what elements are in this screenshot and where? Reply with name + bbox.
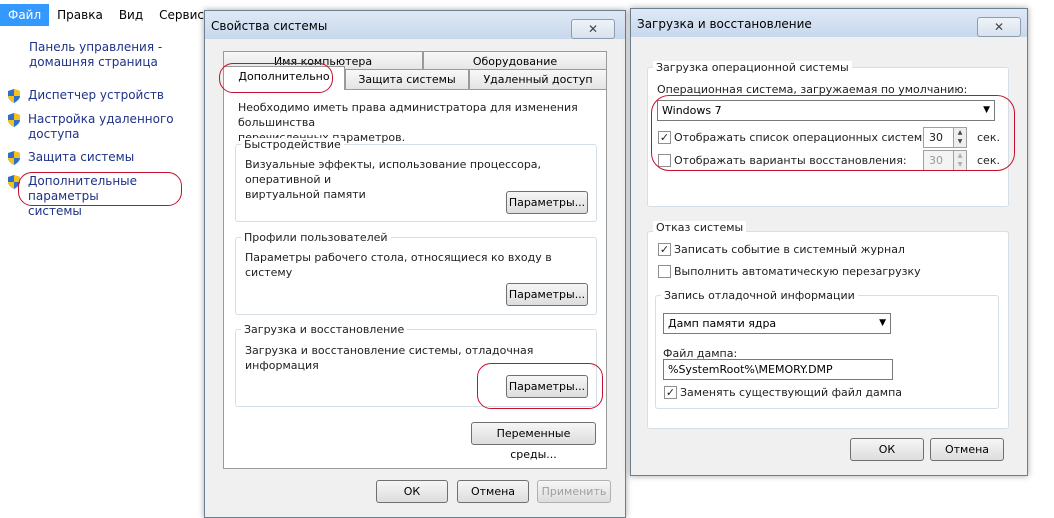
- highlight-ring: [219, 63, 333, 93]
- menu-bar: Файл Правка Вид Сервис: [0, 4, 205, 26]
- menu-tools[interactable]: Сервис: [151, 4, 212, 26]
- environment-variables-button[interactable]: Переменные среды...: [471, 422, 596, 461]
- dump-file-input[interactable]: %SystemRoot%\MEMORY.DMP: [663, 359, 893, 380]
- close-icon: ✕: [993, 20, 1005, 34]
- write-event-checkbox[interactable]: ✓: [658, 243, 671, 256]
- menu-view[interactable]: Вид: [111, 4, 151, 26]
- close-button[interactable]: ✕: [977, 17, 1021, 37]
- highlight-ring: [477, 363, 603, 409]
- cancel-button[interactable]: Отмена: [930, 438, 1004, 461]
- chevron-down-icon: ▼: [879, 318, 886, 328]
- overwrite-dump-label: Заменять существующий файл дампа: [680, 386, 903, 399]
- highlight-ring: [18, 172, 182, 206]
- user-profiles-label: Профили пользователей: [241, 231, 391, 244]
- system-failure-label: Отказ системы: [653, 221, 747, 234]
- performance-settings-button[interactable]: Параметры...: [506, 191, 588, 214]
- control-panel-home-line2: домашняя страница: [29, 55, 158, 69]
- user-profiles-settings-button[interactable]: Параметры...: [506, 283, 588, 306]
- cancel-button[interactable]: Отмена: [457, 480, 529, 503]
- admin-note-line1: Необходимо иметь права администратора дл…: [238, 101, 578, 129]
- debug-info-label: Запись отладочной информации: [661, 289, 858, 302]
- auto-restart-label: Выполнить автоматическую перезагрузку: [674, 265, 921, 278]
- menu-file[interactable]: Файл: [0, 4, 50, 26]
- system-properties-dialog: Свойства системы ✕ Имя компьютера Оборуд…: [204, 10, 626, 518]
- dialog-title: Загрузка и восстановление: [637, 17, 812, 31]
- control-panel-home-link[interactable]: Панель управления - домашняя страница: [29, 40, 162, 70]
- ok-button[interactable]: ОК: [376, 480, 448, 503]
- ok-button[interactable]: ОК: [850, 438, 924, 461]
- user-profiles-desc: Параметры рабочего стола, относящиеся ко…: [245, 251, 552, 279]
- close-icon: ✕: [587, 22, 599, 36]
- performance-label: Быстродействие: [241, 138, 344, 151]
- startup-recovery-dialog: Загрузка и восстановление ✕ Загрузка опе…: [630, 8, 1028, 476]
- shield-icon: [8, 89, 20, 103]
- tab-hardware[interactable]: Оборудование: [423, 51, 607, 71]
- boot-os-label: Загрузка операционной системы: [653, 61, 852, 74]
- auto-restart-checkbox[interactable]: [658, 265, 671, 278]
- apply-button[interactable]: Применить: [537, 480, 611, 503]
- tab-system-protection[interactable]: Защита системы: [345, 69, 469, 89]
- dump-type-value: Дамп памяти ядра: [668, 317, 777, 330]
- performance-desc-line1: Визуальные эффекты, использование процес…: [245, 158, 542, 186]
- highlight-ring: [651, 95, 1015, 171]
- shield-icon: [8, 151, 20, 165]
- system-protection-link[interactable]: Защита системы: [28, 150, 134, 165]
- tab-remote[interactable]: Удаленный доступ: [469, 69, 607, 89]
- shield-icon: [8, 113, 20, 127]
- remote-settings-link[interactable]: Настройка удаленного доступа: [28, 112, 174, 142]
- control-panel-home-line1: Панель управления -: [29, 40, 163, 54]
- dialog-title: Свойства системы: [211, 19, 328, 33]
- startup-recovery-label: Загрузка и восстановление: [241, 323, 408, 336]
- device-manager-link[interactable]: Диспетчер устройств: [28, 88, 164, 103]
- close-button[interactable]: ✕: [571, 19, 615, 39]
- remote-settings-line1: Настройка удаленного: [28, 112, 174, 126]
- checkbox-checked-icon: ✓: [659, 243, 670, 256]
- dialog-titlebar: Загрузка и восстановление: [631, 9, 1027, 37]
- write-event-label: Записать событие в системный журнал: [674, 243, 905, 256]
- menu-edit[interactable]: Правка: [49, 4, 111, 26]
- checkbox-checked-icon: ✓: [665, 386, 676, 399]
- advanced-settings-line2: системы: [28, 204, 82, 218]
- dump-type-dropdown[interactable]: Дамп памяти ядра ▼: [663, 313, 891, 334]
- dialog-titlebar: Свойства системы: [205, 11, 625, 39]
- control-panel-left-pane: Файл Правка Вид Сервис Панель управления…: [0, 0, 205, 518]
- remote-settings-line2: доступа: [28, 127, 80, 141]
- overwrite-dump-checkbox[interactable]: ✓: [664, 386, 677, 399]
